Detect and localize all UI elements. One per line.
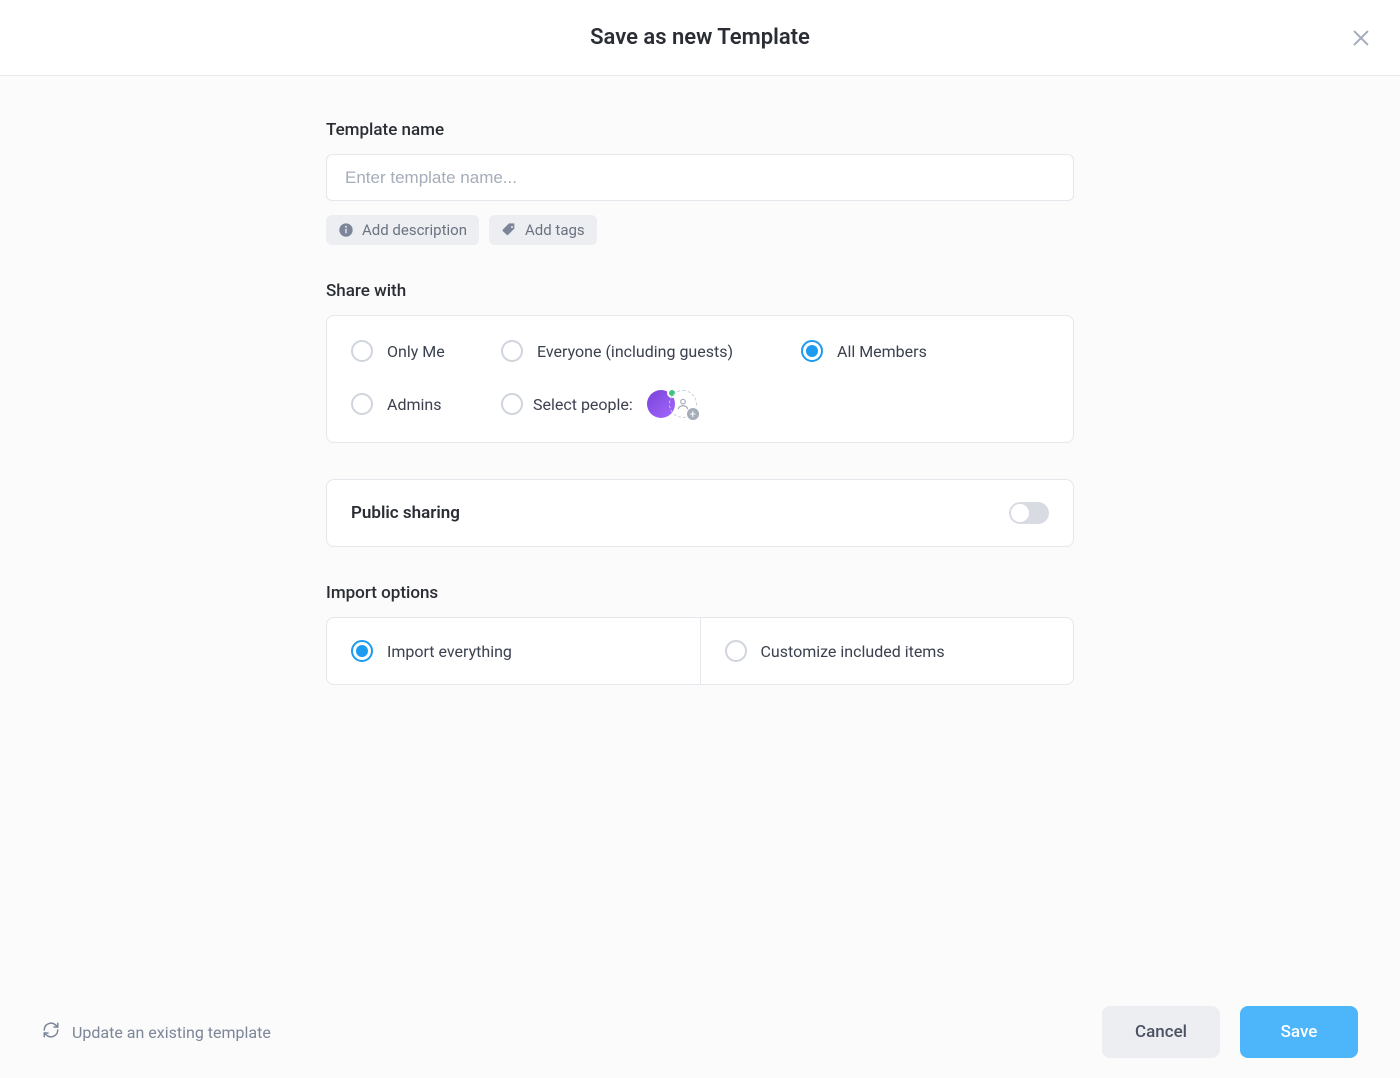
radio-icon [801,340,823,362]
share-option-label: Select people: [533,395,633,414]
add-description-label: Add description [362,221,467,239]
close-button[interactable] [1350,27,1372,49]
add-description-button[interactable]: Add description [326,215,479,245]
update-existing-label: Update an existing template [72,1023,271,1042]
import-option-everything[interactable]: Import everything [327,618,701,684]
share-card: Only Me Everyone (including guests) All … [326,315,1074,443]
import-section: Import options Import everything Customi… [326,583,1074,685]
public-sharing-toggle[interactable] [1009,502,1049,524]
plus-icon: + [686,407,700,421]
add-person-button[interactable]: + [669,390,697,418]
public-sharing-label: Public sharing [351,503,460,523]
share-option-admins[interactable]: Admins [351,393,501,415]
share-label: Share with [326,281,1074,301]
public-sharing-card: Public sharing [326,479,1074,547]
radio-icon [725,640,747,662]
radio-icon [501,393,523,415]
chip-row: Add description Add tags [326,215,1074,245]
share-option-all-members[interactable]: All Members [801,340,1049,362]
update-existing-template-link[interactable]: Update an existing template [42,1021,271,1043]
import-option-label: Import everything [387,642,512,661]
template-name-label: Template name [326,120,1074,140]
save-button[interactable]: Save [1240,1006,1358,1058]
toggle-knob-icon [1011,504,1029,522]
add-tags-button[interactable]: Add tags [489,215,597,245]
share-option-label: Everyone (including guests) [537,342,733,361]
share-option-label: Only Me [387,342,445,361]
share-option-label: Admins [387,395,441,414]
content: Template name Add description Add tags S… [326,120,1074,685]
dialog-header: Save as new Template [0,0,1400,76]
tag-icon [501,222,517,238]
close-icon [1350,27,1372,49]
share-option-select-people[interactable]: Select people: + [501,390,1049,418]
share-option-only-me[interactable]: Only Me [351,340,501,362]
radio-icon [351,340,373,362]
info-icon [338,222,354,238]
import-option-customize[interactable]: Customize included items [701,618,1074,684]
dialog-title: Save as new Template [590,25,810,50]
template-name-input[interactable] [326,154,1074,201]
import-card: Import everything Customize included ite… [326,617,1074,685]
cancel-button[interactable]: Cancel [1102,1006,1220,1058]
share-section: Share with Only Me Everyone (including g… [326,281,1074,443]
radio-icon [351,393,373,415]
public-sharing-section: Public sharing [326,479,1074,547]
add-tags-label: Add tags [525,221,585,239]
dialog-body: Template name Add description Add tags S… [0,76,1400,986]
share-option-label: All Members [837,342,927,361]
footer-actions: Cancel Save [1102,1006,1358,1058]
radio-icon [351,640,373,662]
people-cluster: + [647,390,697,418]
import-label: Import options [326,583,1074,603]
import-option-label: Customize included items [761,642,945,661]
radio-icon [501,340,523,362]
share-option-everyone[interactable]: Everyone (including guests) [501,340,801,362]
cancel-button-label: Cancel [1135,1022,1187,1042]
refresh-icon [42,1021,60,1043]
dialog-footer: Update an existing template Cancel Save [0,986,1400,1078]
save-button-label: Save [1281,1022,1318,1042]
